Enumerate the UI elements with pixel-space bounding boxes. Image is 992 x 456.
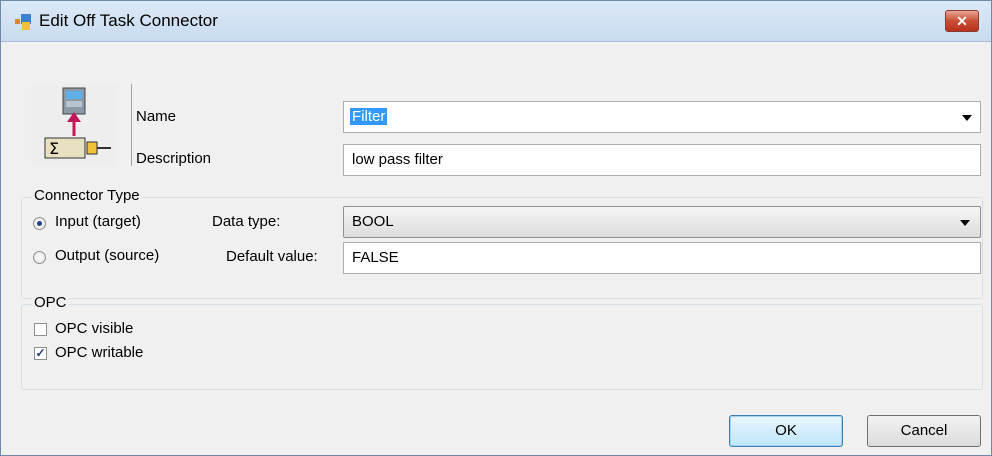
opc-visible-label[interactable]: OPC visible [55, 320, 133, 337]
off-task-connector-icon: Σ [31, 84, 117, 166]
output-source-radio[interactable] [33, 251, 46, 264]
description-label: Description [136, 150, 212, 167]
data-type-select[interactable]: BOOL [343, 206, 981, 238]
data-type-label: Data type: [212, 213, 281, 230]
cancel-button[interactable]: Cancel [867, 415, 981, 447]
name-label: Name [136, 108, 177, 125]
input-target-label[interactable]: Input (target) [55, 213, 141, 230]
default-value-label: Default value: [226, 248, 318, 265]
window-title: Edit Off Task Connector [39, 11, 218, 30]
ok-button[interactable]: OK [729, 415, 843, 447]
default-value-field[interactable]: FALSE [343, 242, 981, 274]
name-value-wrapper: Filter [350, 107, 388, 127]
dialog-body: Σ Name Filter Description low pass filte… [9, 42, 983, 455]
output-source-label[interactable]: Output (source) [55, 247, 159, 264]
chevron-down-icon[interactable] [960, 220, 970, 226]
name-value: Filter [350, 108, 388, 125]
app-window-icon [15, 14, 31, 30]
input-target-radio[interactable] [33, 217, 46, 230]
data-type-value: BOOL [352, 213, 394, 230]
title-bar[interactable]: Edit Off Task Connector ✕ [1, 1, 991, 42]
opc-visible-checkbox[interactable] [34, 323, 47, 336]
connector-type-title: Connector Type [32, 187, 142, 204]
opc-title: OPC [32, 294, 69, 311]
icon-separator [131, 84, 132, 166]
close-button[interactable]: ✕ [945, 10, 979, 32]
chevron-down-icon[interactable] [962, 115, 972, 121]
name-combobox[interactable]: Filter [343, 101, 981, 133]
opc-writable-checkbox[interactable]: ✓ [34, 347, 47, 360]
opc-group: OPC [21, 294, 983, 390]
svg-text:Σ: Σ [49, 139, 59, 158]
dialog-window: Edit Off Task Connector ✕ Σ Name Filter … [0, 0, 992, 456]
description-field[interactable]: low pass filter [343, 144, 981, 176]
opc-writable-label[interactable]: OPC writable [55, 344, 143, 361]
